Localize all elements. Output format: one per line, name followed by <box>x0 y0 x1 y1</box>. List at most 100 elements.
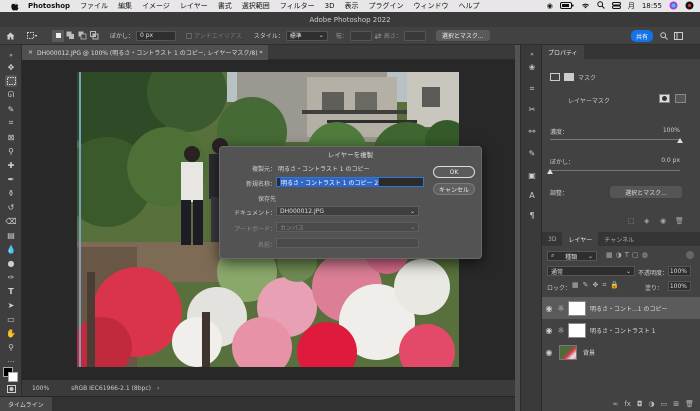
feather-input[interactable]: 0 px <box>136 30 177 41</box>
layer-name[interactable]: 明るさ・コント...1 のコピー <box>590 304 667 313</box>
status-arrow[interactable]: › <box>157 385 159 392</box>
siri-icon[interactable] <box>669 1 678 12</box>
crop-tool-icon[interactable]: ⌗ <box>5 117 17 129</box>
marquee-preset-icon[interactable] <box>26 30 38 42</box>
clone-stamp-tool-icon[interactable]: ⚱ <box>5 187 17 199</box>
eraser-tool-icon[interactable]: ⌫ <box>5 215 17 227</box>
density-value[interactable]: 100% <box>652 127 680 134</box>
menu-plugins[interactable]: プラグイン <box>368 1 403 11</box>
dodge-tool-icon[interactable]: ● <box>5 257 17 269</box>
collapse-icon[interactable]: » <box>5 49 17 61</box>
cancel-button[interactable]: キャンセル <box>433 183 475 195</box>
ok-button[interactable]: OK <box>433 166 475 178</box>
search-icon[interactable] <box>597 1 605 11</box>
load-selection-icon[interactable]: ⬚ <box>628 217 635 225</box>
menu-select[interactable]: 選択範囲 <box>242 1 270 11</box>
lasso-tool-icon[interactable]: ᘏ <box>5 89 17 101</box>
paths-panel-icon[interactable]: ⚯ <box>526 125 538 137</box>
quick-mask-icon[interactable] <box>5 383 17 395</box>
new-selection-icon[interactable] <box>52 29 64 42</box>
density-slider-thumb[interactable] <box>677 138 683 143</box>
visibility-eye-icon[interactable]: ◉ <box>542 326 556 335</box>
control-center-icon[interactable] <box>611 1 621 11</box>
subtract-selection-icon[interactable] <box>76 30 88 42</box>
healing-brush-tool-icon[interactable]: ✚ <box>5 159 17 171</box>
intersect-selection-icon[interactable] <box>88 30 100 42</box>
brush-tool-icon[interactable]: ✒ <box>5 173 17 185</box>
eyedropper-tool-icon[interactable]: ⚲ <box>5 145 17 157</box>
rectangle-tool-icon[interactable]: ▭ <box>5 313 17 325</box>
properties-select-mask-button[interactable]: 選択とマスク... <box>610 186 682 198</box>
new-adjustment-icon[interactable]: ◑ <box>649 400 655 408</box>
visibility-icon[interactable]: ◉ <box>660 217 666 225</box>
add-pixel-mask-icon[interactable] <box>659 94 670 103</box>
layer-row[interactable]: ◉ 背景 <box>542 341 700 363</box>
menu-edit[interactable]: 編集 <box>118 1 132 11</box>
marquee-tool-icon[interactable] <box>5 75 17 87</box>
document-tab[interactable]: × DH000012.JPG @ 100% (明るさ・コントラスト 1 のコピー… <box>22 44 269 60</box>
move-tool-icon[interactable]: ✥ <box>5 61 17 73</box>
menu-type[interactable]: 書式 <box>218 1 232 11</box>
app-menu[interactable]: Photoshop <box>28 2 70 10</box>
menu-image[interactable]: イメージ <box>142 1 170 11</box>
delete-layer-icon[interactable]: 🗑 <box>685 400 694 408</box>
frame-tool-icon[interactable]: ⊠ <box>5 131 17 143</box>
layer-style-icon[interactable]: fx <box>624 400 631 408</box>
layer-filter-icons[interactable]: ▦◑T▢◍ <box>606 251 651 259</box>
history-brush-tool-icon[interactable]: ↺ <box>5 201 17 213</box>
vector-mask-icon[interactable] <box>564 73 574 81</box>
filter-toggle-icon[interactable] <box>686 251 694 259</box>
color-panel-icon[interactable]: ❀ <box>526 61 538 73</box>
lock-icons[interactable]: ▦✎✥⌗🔒 <box>572 281 623 290</box>
fill-input[interactable]: 100% <box>668 281 691 291</box>
tab-channels[interactable]: チャンネル <box>598 232 640 246</box>
tab-layers[interactable]: レイヤー <box>562 232 599 246</box>
pixel-mask-icon[interactable] <box>550 73 560 81</box>
blur-tool-icon[interactable]: 💧 <box>5 243 17 255</box>
opacity-input[interactable]: 100% <box>668 266 691 276</box>
pen-tool-icon[interactable]: ✑ <box>5 271 17 283</box>
width-input[interactable] <box>349 30 372 41</box>
input-source-icon[interactable] <box>685 1 694 12</box>
layer-row[interactable]: ◉ ☼ 明るさ・コントラスト 1 <box>542 319 700 341</box>
wifi-icon[interactable] <box>581 2 590 11</box>
add-mask-icon[interactable]: ◘ <box>637 400 643 408</box>
expand-panels-icon[interactable]: « <box>526 48 538 60</box>
menu-file[interactable]: ファイル <box>80 1 108 11</box>
height-input[interactable] <box>403 30 426 41</box>
swap-dimensions-icon[interactable] <box>372 30 384 42</box>
zoom-level[interactable]: 100% <box>32 385 49 392</box>
feather-slider-track[interactable] <box>550 170 680 171</box>
menu-help[interactable]: ヘルプ <box>458 1 479 11</box>
new-group-icon[interactable]: ▭ <box>661 400 668 408</box>
feather-value[interactable]: 0.0 px <box>642 157 680 164</box>
link-layers-icon[interactable]: ∞ <box>613 400 619 408</box>
menu-3d[interactable]: 3D <box>325 2 335 10</box>
creative-cloud-icon[interactable]: ◉ <box>547 2 553 10</box>
tab-3d[interactable]: 3D <box>542 232 562 246</box>
layer-filter-select[interactable]: ⌕ 種類 ⌄ <box>547 251 597 261</box>
apple-icon[interactable] <box>10 1 20 11</box>
more-tools-icon[interactable]: … <box>5 354 17 366</box>
home-icon[interactable] <box>4 30 16 42</box>
document-select[interactable]: DH000012.JPG ⌄ <box>276 206 419 216</box>
new-name-input[interactable]: 明るさ・コントラスト 1 のコピー 2 <box>276 177 424 187</box>
quick-selection-tool-icon[interactable]: ✎ <box>5 103 17 115</box>
menu-filter[interactable]: フィルター <box>280 1 315 11</box>
battery-icon[interactable] <box>559 1 574 11</box>
zoom-tool-icon[interactable]: ⚲ <box>5 341 17 353</box>
brushes-panel-icon[interactable]: ✎ <box>526 147 538 159</box>
delete-mask-icon[interactable]: 🗑 <box>675 217 684 225</box>
antialias-checkbox[interactable]: アンチエイリアス <box>186 31 242 40</box>
timeline-tab[interactable]: タイムライン <box>0 397 52 411</box>
hand-tool-icon[interactable]: ✋ <box>5 327 17 339</box>
visibility-eye-icon[interactable]: ◉ <box>542 348 556 357</box>
layer-mask-thumbnail[interactable] <box>568 322 586 338</box>
search-icon[interactable] <box>658 30 670 42</box>
menu-view[interactable]: 表示 <box>344 1 358 11</box>
adjustments-panel-icon[interactable]: ✂ <box>526 103 538 115</box>
background-color-swatch[interactable] <box>8 372 18 382</box>
add-selection-icon[interactable] <box>64 30 76 42</box>
layer-name[interactable]: 明るさ・コントラスト 1 <box>590 326 656 335</box>
libraries-panel-icon[interactable]: ▣ <box>526 169 538 181</box>
